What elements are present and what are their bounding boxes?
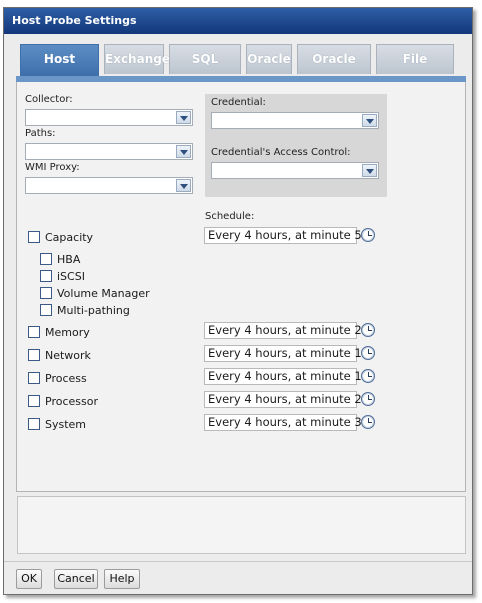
memory-schedule-field[interactable]: Every 4 hours, at minute 20 [204, 322, 369, 339]
processor-label: Processor [45, 395, 98, 408]
process-checkbox[interactable] [28, 372, 40, 384]
volume-manager-checkbox-row[interactable]: Volume Manager [40, 287, 180, 301]
clock-icon[interactable] [361, 346, 375, 360]
capacity-checkbox-row[interactable]: Capacity [28, 231, 148, 245]
wmi-proxy-label: WMI Proxy: [25, 162, 80, 173]
iscsi-label: iSCSI [57, 270, 85, 283]
memory-label: Memory [45, 326, 90, 339]
network-checkbox[interactable] [28, 349, 40, 361]
processor-schedule-field[interactable]: Every 4 hours, at minute 25 [204, 391, 369, 408]
chevron-down-icon[interactable] [176, 111, 191, 124]
multipathing-label: Multi-pathing [57, 304, 130, 317]
paths-select[interactable] [25, 143, 193, 160]
cancel-button[interactable]: Cancel [54, 569, 98, 589]
iscsi-checkbox[interactable] [40, 270, 52, 282]
clock-icon[interactable] [361, 392, 375, 406]
dialog-title: Host Probe Settings [4, 8, 472, 34]
process-schedule-field[interactable]: Every 4 hours, at minute 15 [204, 368, 369, 385]
system-schedule-field[interactable]: Every 4 hours, at minute 30 [204, 414, 369, 431]
system-checkbox-row[interactable]: System [28, 418, 148, 432]
chevron-down-icon[interactable] [362, 164, 377, 177]
chevron-down-icon[interactable] [176, 179, 191, 192]
capacity-checkbox[interactable] [28, 231, 40, 243]
host-probe-settings-dialog: Host Probe Settings Host Probes Exchange… [3, 7, 473, 595]
tab-oracle[interactable]: Oracle [246, 44, 292, 74]
help-button[interactable]: Help [104, 569, 140, 589]
system-checkbox[interactable] [28, 418, 40, 430]
processor-checkbox-row[interactable]: Processor [28, 395, 148, 409]
volume-manager-label: Volume Manager [57, 287, 150, 300]
access-control-label: Credential's Access Control: [211, 147, 351, 158]
paths-label: Paths: [25, 128, 56, 139]
hba-label: HBA [57, 253, 81, 266]
collector-label: Collector: [25, 94, 73, 105]
chevron-down-icon[interactable] [176, 145, 191, 158]
multipathing-checkbox-row[interactable]: Multi-pathing [40, 304, 180, 318]
tab-host-probes[interactable]: Host Probes [20, 44, 99, 95]
ok-button[interactable]: OK [16, 569, 42, 589]
wmi-proxy-select[interactable] [25, 177, 193, 194]
clock-icon[interactable] [361, 228, 375, 242]
credential-select[interactable] [211, 112, 379, 129]
capacity-schedule-field[interactable]: Every 4 hours, at minute 5 [204, 227, 362, 244]
tab-sql-server[interactable]: SQL Server [169, 44, 241, 95]
network-checkbox-row[interactable]: Network [28, 349, 148, 363]
capacity-label: Capacity [45, 231, 94, 244]
tab-file-analytics[interactable]: File Analytics [376, 44, 454, 95]
hba-checkbox-row[interactable]: HBA [40, 253, 160, 267]
network-schedule-field[interactable]: Every 4 hours, at minute 10 [204, 345, 369, 362]
processor-checkbox[interactable] [28, 395, 40, 407]
credential-box: Credential: Credential's Access Control: [205, 94, 387, 197]
footer-divider [4, 561, 472, 562]
process-checkbox-row[interactable]: Process [28, 372, 148, 386]
message-area [17, 496, 466, 554]
schedule-label: Schedule: [205, 211, 255, 222]
access-control-select[interactable] [211, 162, 379, 179]
clock-icon[interactable] [361, 323, 375, 337]
collector-select[interactable] [25, 109, 193, 126]
tab-exchange[interactable]: Exchange [104, 44, 170, 74]
tab-oracle-asm[interactable]: Oracle ASM [297, 44, 371, 95]
chevron-down-icon[interactable] [362, 114, 377, 127]
credential-label: Credential: [211, 97, 266, 108]
hba-checkbox[interactable] [40, 253, 52, 265]
system-label: System [45, 418, 87, 431]
host-probes-panel: Collector: Paths: WMI Proxy: Credential:… [16, 82, 466, 492]
iscsi-checkbox-row[interactable]: iSCSI [40, 270, 160, 284]
multipathing-checkbox[interactable] [40, 304, 52, 316]
clock-icon[interactable] [361, 369, 375, 383]
memory-checkbox-row[interactable]: Memory [28, 326, 148, 340]
network-label: Network [45, 349, 91, 362]
clock-icon[interactable] [361, 415, 375, 429]
process-label: Process [45, 372, 87, 385]
memory-checkbox[interactable] [28, 326, 40, 338]
volume-manager-checkbox[interactable] [40, 287, 52, 299]
